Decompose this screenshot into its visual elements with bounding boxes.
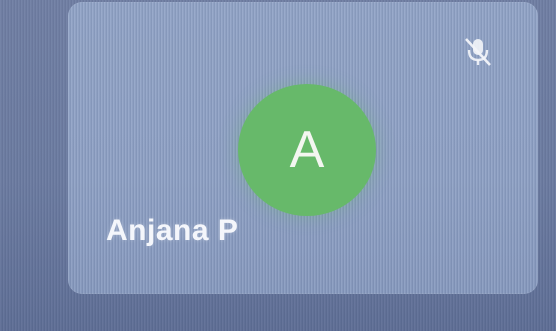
participant-video-tile[interactable]: A Anjana P <box>68 2 538 294</box>
mic-off-icon <box>462 35 494 74</box>
mute-status-indicator[interactable] <box>456 32 500 76</box>
participant-name: Anjana P <box>106 214 239 247</box>
participant-avatar: A <box>238 84 376 216</box>
avatar-initial: A <box>289 121 325 179</box>
